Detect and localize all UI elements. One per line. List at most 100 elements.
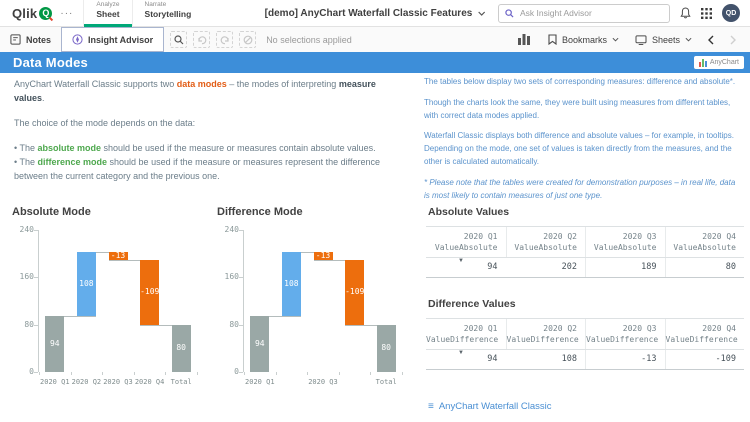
column-header[interactable]: 2020 Q4ValueAbsolute [665,227,745,257]
user-avatar[interactable]: QD [722,4,740,22]
column-header[interactable]: 2020 Q1ValueDifference [426,319,506,349]
notifications-bell-icon[interactable] [680,7,691,19]
x-axis-tick-mark [165,372,166,375]
absolute-mode-chart-panel: Absolute Mode 080160240942020 Q11082020 … [8,206,206,392]
x-axis-tick-mark [39,372,40,375]
column-header-measure: ValueDifference [507,334,578,345]
notes-icon [10,34,21,45]
undo-button[interactable] [193,31,210,48]
anychart-waterfall-classic-link[interactable]: ≡ AnyChart Waterfall Classic [428,401,551,412]
waterfall-bar[interactable]: 80 [377,325,396,372]
tab-eyebrow: Narrate [145,1,192,9]
more-menu-icon[interactable]: ··· [60,8,73,19]
tab-eyebrow: Analyze [96,1,119,9]
sheet-toolbar: Notes Insight Advisor No selections appl… [0,27,750,52]
redo-button[interactable] [216,31,233,48]
table-cell-value[interactable]: 108 [506,350,586,369]
intro-paragraph-2: The choice of the mode depends on the da… [14,117,406,131]
x-axis-tick-mark [102,372,103,375]
search-input[interactable] [518,7,642,19]
x-axis-category-label: Total [161,378,201,386]
y-axis-tick-mark [239,372,243,373]
sort-indicator-icon[interactable]: ▼ [458,350,464,356]
notes-footnote: * Please note that the tables were creat… [424,177,742,203]
y-axis-tick-mark [34,230,38,231]
column-header-period: 2020 Q1 [426,231,498,242]
tab-narrate-storytelling[interactable]: Narrate Storytelling [132,0,204,27]
column-header[interactable]: 2020 Q4ValueDifference [665,319,745,349]
table-value-row: 94▼ 108-13-109 [426,350,744,369]
smart-search-button[interactable] [170,31,187,48]
bar-value-label: 94 [45,339,64,348]
column-header-period: 2020 Q2 [507,323,578,334]
y-axis-tick-label: 240 [12,225,34,234]
chart-title: Difference Mode [217,206,411,218]
waterfall-plot: 080160240942020 Q1108-132020 Q3-10980Tot… [243,230,402,372]
table-header-row: 2020 Q1ValueAbsolute2020 Q2ValueAbsolute… [426,227,744,258]
bookmarks-label: Bookmarks [562,35,607,45]
notes-paragraph-1: The tables below display two sets of cor… [424,76,742,89]
qlik-logo[interactable]: Qlik Q [12,6,52,21]
app-launcher-grid-icon[interactable] [701,8,712,19]
bookmarks-button[interactable]: Bookmarks [542,27,625,52]
difference-mode-chart-panel: Difference Mode 080160240942020 Q1108-13… [213,206,411,392]
chevron-down-icon [685,37,692,42]
table-cell-value[interactable]: -13 [585,350,665,369]
y-axis-tick-label: 0 [12,367,34,376]
sort-indicator-icon[interactable]: ▼ [458,258,464,264]
table-cell-value[interactable]: 94 [426,258,506,277]
clear-selections-button[interactable] [239,31,256,48]
bar-value-label: 108 [77,279,96,288]
previous-sheet-button[interactable] [702,35,720,45]
intro-paragraph-1: AnyChart Waterfall Classic supports two … [14,78,406,106]
column-header-period: 2020 Q4 [666,323,737,334]
intro-text-block: AnyChart Waterfall Classic supports two … [14,78,406,184]
notes-text-block: The tables below display two sets of cor… [424,76,742,210]
sheets-button[interactable]: Sheets [629,27,698,52]
column-header[interactable]: 2020 Q2ValueDifference [506,319,586,349]
column-header-period: 2020 Q4 [666,231,737,242]
clear-selections-icon [243,35,253,45]
insights-panel-icon[interactable] [518,34,530,45]
table-cell-value[interactable]: 189 [585,258,665,277]
notes-button[interactable]: Notes [0,27,61,52]
table-cell-value[interactable]: -109 [665,350,745,369]
insight-advisor-icon [72,34,83,45]
waterfall-bar[interactable]: -13 [314,252,333,260]
next-sheet-button[interactable] [724,35,742,45]
waterfall-bar[interactable]: -13 [109,252,128,260]
table-cell-value[interactable]: 94 [426,350,506,369]
tables-panel: Absolute Values 2020 Q1ValueAbsolute2020… [426,206,744,390]
tab-label: Storytelling [145,9,192,19]
column-header[interactable]: 2020 Q3ValueAbsolute [585,227,665,257]
waterfall-bar[interactable]: 94 [45,316,64,372]
column-header[interactable]: 2020 Q1ValueAbsolute [426,227,506,257]
insight-advisor-searchbox[interactable] [498,4,670,23]
waterfall-bar[interactable]: 80 [172,325,191,372]
column-header-measure: ValueAbsolute [426,242,498,253]
anychart-badge-link[interactable]: AnyChart [694,56,744,69]
x-axis-tick-mark [71,372,72,375]
waterfall-bar[interactable]: -109 [345,260,364,324]
column-header-period: 2020 Q3 [586,231,657,242]
column-header-measure: ValueDifference [586,334,657,345]
y-axis-tick-label: 160 [12,272,34,281]
intro-bullets: • The absolute mode should be used if th… [14,142,406,184]
waterfall-bar[interactable]: 108 [77,252,96,316]
table-cell-value[interactable]: 80 [665,258,745,277]
absolute-mode-highlight: absolute mode [38,143,102,153]
tab-analyze-sheet[interactable]: Analyze Sheet [83,0,131,27]
table-value-row: 94▼ 20218980 [426,258,744,277]
app-title-dropdown[interactable]: [demo] AnyChart Waterfall Classic Featur… [265,8,486,19]
waterfall-bar[interactable]: 108 [282,252,301,316]
waterfall-bar[interactable]: 94 [250,316,269,372]
column-header[interactable]: 2020 Q3ValueDifference [585,319,665,349]
difference-mode-highlight: difference mode [38,157,108,167]
x-axis-tick-mark [307,372,308,375]
column-header-period: 2020 Q1 [426,323,498,334]
waterfall-bar[interactable]: -109 [140,260,159,324]
table-cell-value[interactable]: 202 [506,258,586,277]
column-header[interactable]: 2020 Q2ValueAbsolute [506,227,586,257]
anychart-logo-icon [699,59,707,67]
insight-advisor-button[interactable]: Insight Advisor [61,27,164,52]
